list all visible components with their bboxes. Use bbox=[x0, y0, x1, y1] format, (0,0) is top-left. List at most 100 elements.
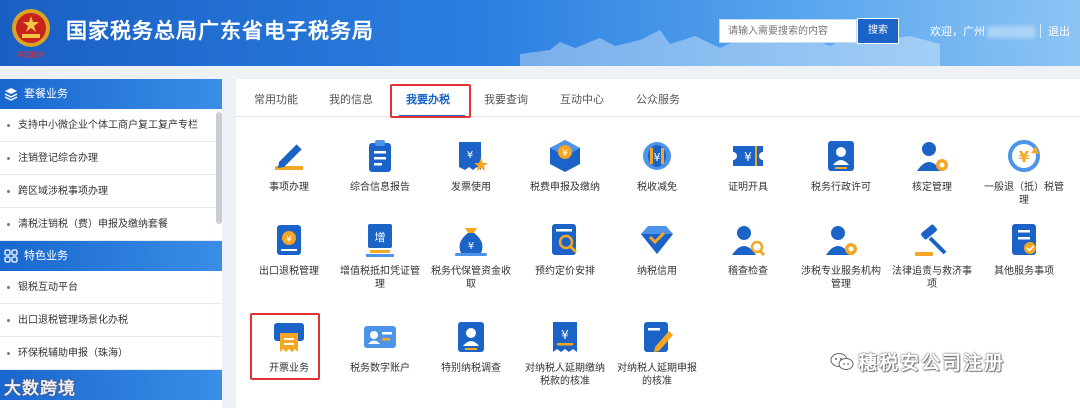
svg-text:¥: ¥ bbox=[286, 235, 292, 245]
cube-yuan-icon: ¥ bbox=[550, 140, 580, 172]
clipboard-icon bbox=[369, 140, 391, 172]
service-label: 税务行政许可 bbox=[811, 182, 871, 193]
welcome-text: 欢迎，广州 bbox=[930, 23, 1035, 39]
service-label: 法律追责与救济事项 bbox=[892, 266, 972, 290]
svg-text:¥: ¥ bbox=[654, 151, 661, 164]
search-button[interactable]: 搜索 bbox=[857, 18, 899, 44]
blurred-username bbox=[987, 26, 1035, 38]
grid-icon bbox=[4, 249, 18, 263]
service-label: 事项办理 bbox=[269, 182, 309, 193]
service-item[interactable]: ¥ 发票使用 bbox=[425, 136, 517, 194]
sidebar-section-title: 套餐业务 bbox=[24, 87, 68, 100]
sidebar-item[interactable]: 银税互动平台 bbox=[0, 271, 222, 304]
welcome-label: 欢迎，广州 bbox=[930, 25, 985, 38]
service-label: 其他服务事项 bbox=[994, 266, 1054, 277]
sidebar-scrollbar[interactable] bbox=[216, 112, 222, 224]
emblem-caption: 中国税务 bbox=[17, 50, 45, 59]
service-item[interactable]: 纳税信用 bbox=[611, 220, 703, 278]
service-label: 证明开具 bbox=[728, 182, 768, 193]
svg-text:¥: ¥ bbox=[1019, 148, 1030, 166]
service-item[interactable]: 税务行政许可 bbox=[795, 136, 887, 194]
svg-text:¥: ¥ bbox=[467, 150, 473, 161]
sidebar-item[interactable]: 出口退税管理场景化办税 bbox=[0, 304, 222, 337]
tab-query[interactable]: 我要查询 bbox=[484, 91, 528, 107]
sidebar-section-title: 特色业务 bbox=[24, 249, 68, 262]
service-label: 发票使用 bbox=[451, 182, 491, 193]
service-item[interactable]: ¥ 出口退税管理 bbox=[243, 220, 335, 278]
service-item[interactable]: 涉税专业服务机构管理 bbox=[795, 220, 887, 291]
service-item[interactable]: ¥ 一般退（抵）税管理 bbox=[978, 136, 1070, 207]
coins-icon: ¥ bbox=[643, 142, 671, 170]
service-item[interactable]: 税务数字账户 bbox=[334, 317, 426, 375]
diamond-check-icon bbox=[641, 226, 673, 254]
user-search-icon bbox=[732, 226, 766, 257]
service-item[interactable]: ¥ 对纳税人延期缴纳税款的核准 bbox=[519, 317, 611, 388]
service-item[interactable]: 事项办理 bbox=[243, 136, 335, 194]
svg-text:¥: ¥ bbox=[561, 328, 569, 342]
service-item[interactable]: 增增值税抵扣凭证管理 bbox=[334, 220, 426, 291]
service-label: 预约定价安排 bbox=[535, 266, 595, 277]
service-label: 涉税专业服务机构管理 bbox=[801, 266, 881, 290]
svg-text:¥: ¥ bbox=[562, 149, 568, 159]
id-card-icon bbox=[364, 326, 396, 348]
service-label: 出口退税管理 bbox=[259, 266, 319, 277]
id-badge-icon bbox=[458, 322, 484, 352]
user-gear-icon bbox=[826, 226, 857, 255]
top-header: 中国税务 国家税务总局广东省电子税务局 搜索 欢迎，广州 退出 bbox=[0, 0, 1080, 66]
sidebar-item[interactable]: 跨区域涉税事项办理 bbox=[0, 175, 222, 208]
service-item[interactable]: ¥ 税费申报及缴纳 bbox=[519, 136, 611, 194]
svg-text:增: 增 bbox=[375, 230, 386, 244]
vat-stamp-icon: 增 bbox=[366, 224, 394, 257]
logout-link[interactable]: 退出 bbox=[1048, 23, 1070, 39]
pen-icon bbox=[275, 143, 303, 170]
tab-public-service[interactable]: 公众服务 bbox=[636, 91, 680, 107]
sidebar-item[interactable]: 支持中小微企业个体工商户复工复产专栏 bbox=[0, 109, 222, 142]
sidebar-section-featured[interactable]: 特色业务 bbox=[0, 241, 222, 271]
checklist-icon bbox=[1012, 224, 1036, 255]
watermark-left: 大数跨境 bbox=[4, 379, 76, 399]
service-item[interactable]: ¥ 税收减免 bbox=[611, 136, 703, 194]
doc-pen-icon bbox=[644, 322, 673, 352]
service-item[interactable]: 其他服务事项 bbox=[978, 220, 1070, 278]
money-bag-icon: ¥ bbox=[455, 228, 487, 256]
service-label: 税务代保管资金收取 bbox=[431, 266, 511, 290]
sidebar-section-package[interactable]: 套餐业务 bbox=[0, 79, 222, 109]
service-item[interactable]: 对纳税人延期申报的核准 bbox=[611, 317, 703, 388]
service-item[interactable]: ¥ 证明开具 bbox=[702, 136, 794, 194]
tab-interaction[interactable]: 互动中心 bbox=[560, 91, 604, 107]
watermark-text: 穗税安公司注册 bbox=[858, 352, 1006, 374]
layers-icon bbox=[4, 88, 18, 101]
tab-highlight-box bbox=[390, 84, 471, 118]
service-item[interactable]: 法律追责与救济事项 bbox=[886, 220, 978, 291]
sidebar-item[interactable]: 注销登记综合办理 bbox=[0, 142, 222, 175]
sidebar-item[interactable]: 清税注销税（费）申报及缴纳套餐 bbox=[0, 208, 222, 241]
user-gear-icon bbox=[917, 142, 948, 171]
service-item[interactable]: 稽查检查 bbox=[702, 220, 794, 278]
service-item[interactable]: 核定管理 bbox=[886, 136, 978, 194]
header-divider bbox=[1040, 24, 1041, 38]
service-label: 税收减免 bbox=[637, 182, 677, 193]
tax-emblem-logo: 中国税务 bbox=[12, 9, 50, 59]
service-label: 税费申报及缴纳 bbox=[530, 182, 600, 193]
document-search-icon bbox=[552, 224, 578, 255]
service-label: 对纳税人延期申报的核准 bbox=[617, 363, 697, 387]
service-label: 税务数字账户 bbox=[350, 363, 410, 374]
service-label: 纳税信用 bbox=[637, 266, 677, 277]
id-badge-icon bbox=[828, 141, 854, 171]
sidebar-item[interactable]: 环保税辅助申报（珠海） bbox=[0, 337, 222, 370]
sidebar: 套餐业务 支持中小微企业个体工商户复工复产专栏 注销登记综合办理 跨区域涉税事项… bbox=[0, 79, 222, 408]
service-item[interactable]: 预约定价安排 bbox=[519, 220, 611, 278]
tab-common[interactable]: 常用功能 bbox=[254, 91, 298, 107]
service-label: 特别纳税调查 bbox=[441, 363, 501, 374]
book-yuan-icon: ¥ bbox=[277, 225, 301, 255]
service-item[interactable]: 综合信息报告 bbox=[334, 136, 426, 194]
service-label: 增值税抵扣凭证管理 bbox=[340, 266, 420, 290]
service-label: 综合信息报告 bbox=[350, 182, 410, 193]
tab-my-info[interactable]: 我的信息 bbox=[329, 91, 373, 107]
service-item[interactable]: ¥ 税务代保管资金收取 bbox=[425, 220, 517, 291]
search-input[interactable] bbox=[719, 19, 857, 43]
service-label: 稽查检查 bbox=[728, 266, 768, 277]
service-label: 对纳税人延期缴纳税款的核准 bbox=[525, 363, 605, 387]
service-item[interactable]: 特别纳税调查 bbox=[425, 317, 517, 375]
site-title: 国家税务总局广东省电子税务局 bbox=[66, 19, 374, 43]
